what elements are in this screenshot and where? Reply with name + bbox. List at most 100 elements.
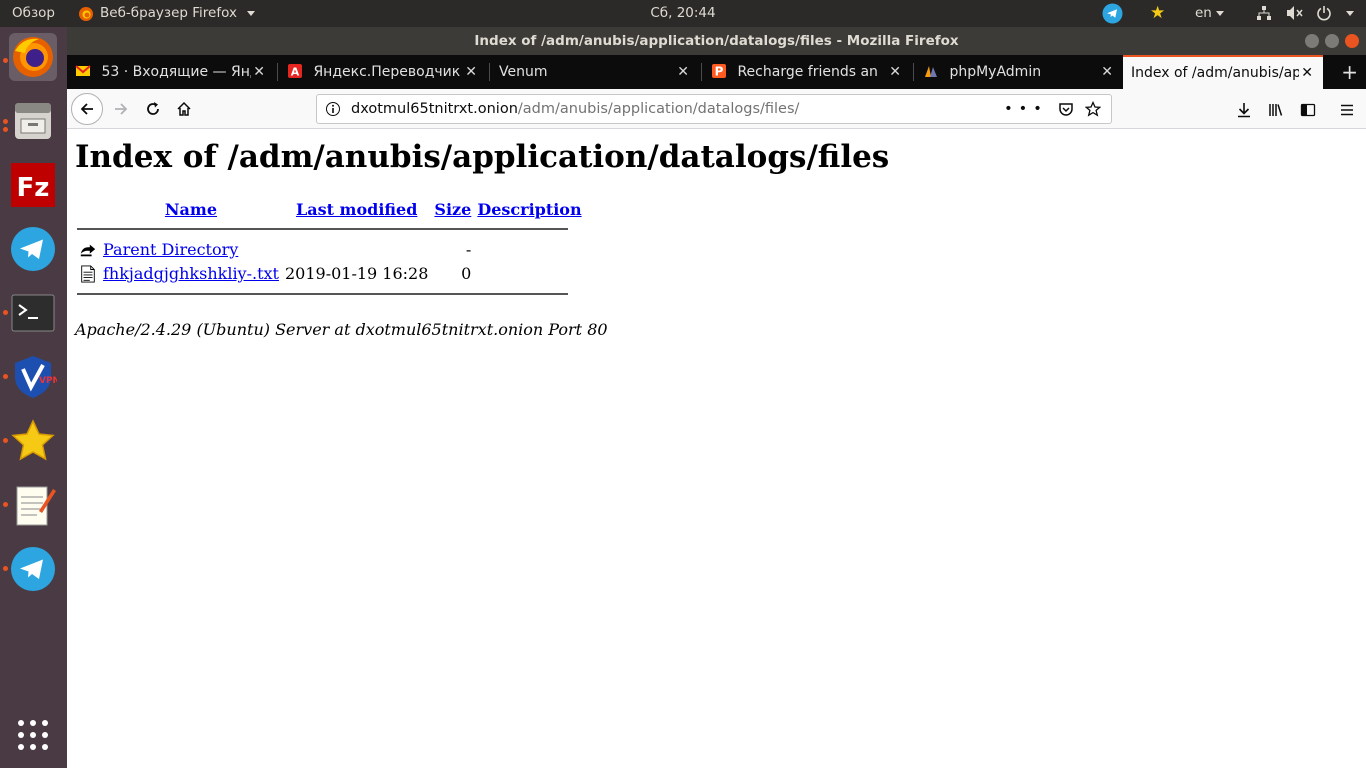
tab-index-of-files[interactable]: Index of /adm/anubis/application/datalog… (1123, 55, 1323, 89)
close-tab-icon[interactable]: ✕ (465, 55, 477, 89)
library-button[interactable] (1262, 95, 1290, 123)
row-description (475, 263, 583, 286)
app-menu-label: Веб-браузер Firefox (100, 5, 237, 21)
tab-label: 53 · Входящие — Яндекс.Почта (101, 64, 251, 80)
server-signature: Apache/2.4.29 (Ubuntu) Server at dxotmul… (75, 320, 608, 339)
home-button[interactable] (170, 95, 198, 123)
table-header-row: Name Last modified Size Description (77, 199, 584, 220)
clock-label[interactable]: Сб, 20:44 (650, 5, 715, 21)
power-icon[interactable] (1316, 0, 1332, 27)
sidebar-button[interactable] (1294, 95, 1322, 123)
reload-button[interactable] (139, 95, 167, 123)
dock-favorites[interactable] (9, 417, 57, 465)
telegram-icon (11, 547, 55, 591)
dock-vpn[interactable]: VPN (9, 353, 60, 401)
running-indicator (3, 119, 8, 124)
close-window-button[interactable] (1345, 34, 1359, 48)
pocket-icon[interactable] (1058, 101, 1085, 117)
tab-label: Index of /adm/anubis/application/datalog… (1131, 65, 1299, 81)
system-menu-chevron-icon[interactable] (1342, 0, 1354, 27)
close-tab-icon[interactable]: ✕ (1301, 57, 1313, 89)
back-button[interactable] (71, 93, 103, 125)
filezilla-icon: Fz (11, 163, 55, 207)
minimize-button[interactable] (1305, 34, 1319, 48)
tab-recharge[interactable]: P Recharge friends and family ✕ (703, 55, 911, 89)
phpmyadmin-icon (925, 65, 937, 77)
close-tab-icon[interactable]: ✕ (1101, 55, 1113, 89)
chevron-down-icon (246, 11, 255, 16)
running-indicator (3, 58, 8, 63)
tab-divider (489, 63, 490, 81)
close-tab-icon[interactable]: ✕ (677, 55, 689, 89)
star-tray-icon[interactable]: ★ (1150, 0, 1165, 27)
telegram-tray-icon[interactable] (1102, 3, 1123, 24)
file-cabinet-icon (15, 103, 51, 139)
reload-icon (147, 102, 159, 115)
activities-button[interactable]: Обзор (12, 0, 55, 27)
dock-filezilla[interactable]: Fz (9, 161, 57, 209)
sidebar-icon (1300, 103, 1316, 116)
mail-icon (75, 64, 91, 76)
downloads-button[interactable] (1230, 95, 1258, 123)
tab-divider (277, 63, 278, 81)
tab-label: Recharge friends and family (737, 64, 878, 80)
table-row: fhkjadgjghkshkliy-.txt 2019-01-19 16:28 … (77, 263, 584, 286)
dock-firefox[interactable] (9, 33, 57, 81)
volume-muted-icon[interactable] (1286, 0, 1304, 27)
sort-by-description-link[interactable]: Description (477, 200, 581, 219)
svg-text:P: P (715, 64, 724, 78)
chevron-down-icon (1215, 10, 1224, 16)
tab-bar: 53 · Входящие — Яндекс.Почта ✕ A Яндекс.… (67, 55, 1366, 89)
url-bar[interactable]: dxotmul65tnitrxt.onion/adm/anubis/applic… (316, 94, 1112, 124)
directory-listing-table: Name Last modified Size Description Pare… (75, 197, 586, 297)
dock: Fz VPN (0, 27, 67, 768)
page-content: Index of /adm/anubis/application/datalog… (67, 129, 1366, 768)
dock-telegram[interactable] (9, 225, 57, 273)
icon-column-header (77, 199, 99, 220)
tab-divider (913, 63, 914, 81)
menu-button[interactable] (1333, 95, 1361, 123)
translate-icon: A (288, 63, 302, 78)
close-tab-icon[interactable]: ✕ (889, 55, 901, 89)
window-title: Index of /adm/anubis/application/datalog… (474, 33, 959, 49)
dock-telegram-2[interactable] (9, 545, 57, 593)
tab-yandex-translate[interactable]: A Яндекс.Переводчик – словарь и онлайн п… (279, 55, 487, 89)
firefox-icon (79, 6, 93, 21)
keyboard-layout[interactable]: en (1195, 0, 1224, 27)
row-description (475, 238, 583, 261)
tab-yandex-mail[interactable]: 53 · Входящие — Яндекс.Почта ✕ (67, 55, 275, 89)
tab-label: Яндекс.Переводчик – словарь и онлайн пер… (313, 64, 463, 80)
running-indicator (3, 310, 8, 315)
running-indicator (3, 566, 8, 571)
parent-directory-link[interactable]: Parent Directory (103, 240, 238, 259)
window-title-bar[interactable]: Index of /adm/anubis/application/datalog… (67, 27, 1366, 55)
home-icon (177, 101, 191, 116)
paysend-icon: P (712, 63, 726, 78)
download-icon (1238, 102, 1250, 117)
row-size: 0 (461, 264, 472, 284)
maximize-button[interactable] (1325, 34, 1339, 48)
sort-by-size-link[interactable]: Size (434, 200, 471, 219)
page-actions-icon[interactable]: ••• (1004, 101, 1048, 117)
sort-by-name-link[interactable]: Name (165, 200, 217, 219)
sort-by-modified-link[interactable]: Last modified (296, 200, 417, 219)
new-tab-button[interactable]: + (1341, 55, 1358, 89)
dock-terminal[interactable] (9, 289, 57, 337)
file-link[interactable]: fhkjadgjghkshkliy-.txt (103, 264, 279, 283)
tab-venum[interactable]: Venum ✕ (491, 55, 699, 89)
bookmark-star-icon[interactable] (1084, 100, 1102, 117)
tab-label: phpMyAdmin (949, 64, 1042, 80)
app-menu[interactable]: Веб-браузер Firefox (78, 0, 255, 27)
forward-button[interactable] (107, 95, 135, 123)
site-info-icon[interactable] (325, 95, 345, 123)
show-applications-button[interactable] (9, 711, 57, 759)
parent-directory-icon (80, 244, 96, 256)
network-icon[interactable] (1256, 0, 1272, 27)
running-indicator (3, 127, 8, 132)
url-path: /adm/anubis/application/datalogs/files/ (517, 101, 800, 117)
dock-files[interactable] (9, 97, 57, 145)
svg-text:Fz: Fz (17, 173, 50, 203)
close-tab-icon[interactable]: ✕ (253, 55, 265, 89)
dock-text-editor[interactable] (9, 481, 57, 529)
tab-phpmyadmin[interactable]: phpMyAdmin ✕ (915, 55, 1123, 89)
